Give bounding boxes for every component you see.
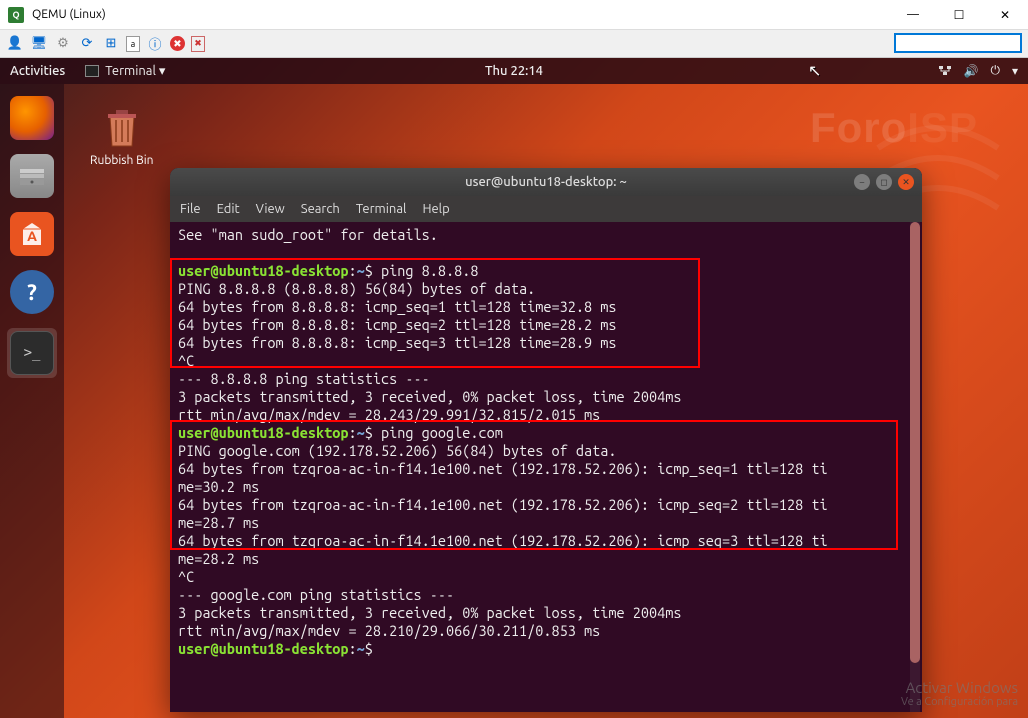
menu-search[interactable]: Search	[301, 202, 340, 216]
cmd-ping-ip: ping 8.8.8.8	[373, 262, 479, 279]
qemu-toolbar: 👤 🖥 ⚙ ⟳ ⊞ a ⓘ ✖ ✖	[0, 30, 1028, 58]
terminal-titlebar[interactable]: user@ubuntu18-desktop: ~ – ◻ ✕	[170, 168, 922, 196]
ubuntu-top-bar: Activities Terminal ▾ Thu 22:14 🔊 ⏻ ▾ ↖	[0, 58, 1028, 84]
dock-active-indicator: >_	[7, 328, 57, 378]
status-area[interactable]: 🔊 ⏻ ▾	[938, 63, 1018, 80]
volume-icon: 🔊	[964, 64, 979, 78]
cmd-ping-domain: ping google.com	[373, 424, 503, 441]
user-icon[interactable]: 👤	[6, 35, 24, 53]
doc-a-icon[interactable]: a	[126, 36, 140, 52]
monitor-icon[interactable]: 🖥	[30, 35, 48, 53]
minimize-button[interactable]: —	[890, 0, 936, 30]
close-button[interactable]: ✕	[982, 0, 1028, 30]
terminal-body[interactable]: See "man sudo_root" for details. user@ub…	[170, 222, 922, 712]
top-bar-app-menu[interactable]: Terminal ▾	[85, 64, 165, 79]
qemu-app-icon: Q	[8, 7, 24, 23]
host-window-titlebar: Q QEMU (Linux) — ☐ ✕	[0, 0, 1028, 30]
trash-label: Rubbish Bin	[90, 154, 153, 167]
svg-text:A: A	[27, 228, 37, 244]
refresh-icon[interactable]: ⟳	[78, 35, 96, 53]
dock-help-icon[interactable]: ?	[10, 270, 54, 314]
prompt-user: user@ubuntu18-desktop	[178, 262, 349, 279]
top-bar-app-label: Terminal ▾	[105, 64, 165, 79]
clock[interactable]: Thu 22:14	[485, 64, 543, 78]
dock-terminal-icon[interactable]: >_	[10, 331, 54, 375]
info-icon[interactable]: ⓘ	[146, 35, 164, 53]
power-icon: ⏻	[990, 64, 1000, 78]
host-window-title: QEMU (Linux)	[32, 8, 890, 21]
terminal-maximize-button[interactable]: ◻	[876, 174, 892, 190]
terminal-close-button[interactable]: ✕	[898, 174, 914, 190]
stop-icon[interactable]: ✖	[170, 36, 185, 51]
gnome-terminal-window: user@ubuntu18-desktop: ~ – ◻ ✕ File Edit…	[170, 168, 922, 712]
mouse-cursor-icon: ↖	[808, 61, 821, 80]
prompt-path: ~	[357, 262, 365, 279]
ubuntu-dock: A ? >_	[0, 84, 64, 718]
windows-icon[interactable]: ⊞	[102, 35, 120, 53]
trash-icon	[98, 102, 146, 150]
clipboard-x-icon[interactable]: ✖	[191, 36, 205, 52]
ubuntu-desktop: Activities Terminal ▾ Thu 22:14 🔊 ⏻ ▾ ↖ …	[0, 58, 1028, 718]
activate-windows-watermark: Activar Windows Ve a Configuración para	[901, 679, 1018, 708]
menu-terminal[interactable]: Terminal	[356, 202, 407, 216]
dock-firefox-icon[interactable]	[10, 96, 54, 140]
dock-files-icon[interactable]	[10, 154, 54, 198]
terminal-scrollbar[interactable]	[910, 222, 920, 712]
menu-help[interactable]: Help	[422, 202, 449, 216]
scrollbar-thumb[interactable]	[910, 222, 920, 663]
toolbar-input[interactable]	[894, 33, 1022, 53]
terminal-minimize-button[interactable]: –	[854, 174, 870, 190]
terminal-app-icon	[85, 65, 99, 77]
maximize-button[interactable]: ☐	[936, 0, 982, 30]
activate-subtitle: Ve a Configuración para	[901, 696, 1018, 708]
desktop-icon-trash[interactable]: Rubbish Bin	[90, 102, 153, 167]
menu-edit[interactable]: Edit	[217, 202, 240, 216]
terminal-menubar: File Edit View Search Terminal Help	[170, 196, 922, 222]
network-icon	[938, 63, 952, 80]
activate-title: Activar Windows	[901, 679, 1018, 696]
activities-button[interactable]: Activities	[10, 64, 65, 78]
menu-view[interactable]: View	[256, 202, 285, 216]
chevron-down-icon: ▾	[1012, 64, 1018, 78]
gear-icon[interactable]: ⚙	[54, 35, 72, 53]
terminal-window-title: user@ubuntu18-desktop: ~	[465, 175, 627, 189]
host-window-controls: — ☐ ✕	[890, 0, 1028, 30]
menu-file[interactable]: File	[180, 202, 201, 216]
terminal-window-controls: – ◻ ✕	[854, 174, 914, 190]
dock-software-icon[interactable]: A	[10, 212, 54, 256]
